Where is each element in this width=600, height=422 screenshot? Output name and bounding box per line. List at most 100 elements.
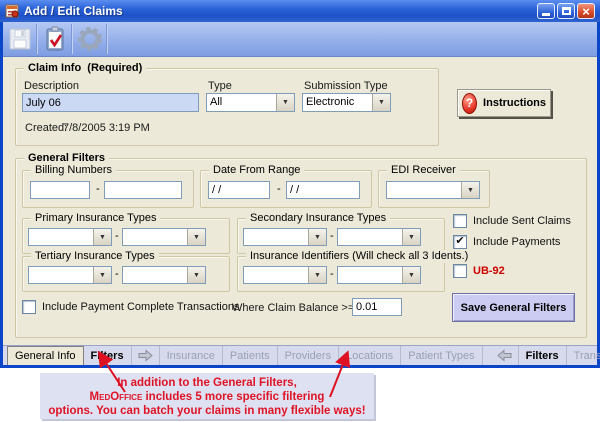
dropdown-arrow-icon: ▼ [372, 94, 390, 111]
primary-insurance-legend: Primary Insurance Types [31, 212, 160, 225]
tertiary-insurance-from-select[interactable]: ▼ [28, 266, 112, 284]
minimize-button[interactable] [537, 3, 555, 19]
dropdown-arrow-icon: ▼ [276, 94, 294, 111]
titlebar: Add / Edit Claims × [0, 0, 600, 22]
app-icon [5, 4, 20, 19]
tab-scroll-left-button[interactable] [491, 346, 519, 365]
insurance-identifiers-legend: Insurance Identifiers (Will check all 3 … [246, 250, 472, 263]
close-button[interactable]: × [577, 3, 595, 19]
primary-insurance-dash: - [115, 230, 119, 242]
date-to-input[interactable] [286, 181, 360, 199]
include-sent-claims-row: Include Sent Claims [453, 214, 571, 228]
dropdown-arrow-icon: ▼ [93, 267, 111, 283]
edi-receiver-select-value [387, 182, 461, 198]
save-button[interactable] [3, 22, 36, 56]
instructions-button[interactable]: ? Instructions [457, 89, 551, 117]
include-sent-claims-checkbox[interactable] [453, 214, 467, 228]
secondary-insurance-dash: - [330, 230, 334, 242]
submission-type-select[interactable]: Electronic ▼ [302, 93, 391, 112]
date-from-input[interactable] [208, 181, 270, 199]
window-title: Add / Edit Claims [24, 4, 533, 18]
annotation-line3: options. You can batch your claims in ma… [40, 404, 374, 418]
window-controls: × [537, 3, 595, 19]
tab-insurance[interactable]: Insurance [160, 346, 223, 365]
close-icon: × [582, 5, 590, 18]
secondary-insurance-legend: Secondary Insurance Types [246, 212, 390, 225]
ub92-label: UB-92 [473, 265, 505, 277]
billing-number-from-input[interactable] [30, 181, 90, 199]
include-sent-claims-label: Include Sent Claims [473, 215, 571, 227]
ub92-checkbox[interactable] [453, 264, 467, 278]
arrow-right-icon [137, 349, 154, 362]
tertiary-insurance-dash: - [115, 268, 119, 280]
annotation-brand: MedOffice [90, 391, 143, 403]
tab-filters-2[interactable]: Filters [519, 346, 567, 365]
billing-number-to-input[interactable] [104, 181, 182, 199]
maximize-button[interactable] [557, 3, 575, 19]
dropdown-arrow-icon: ▼ [187, 229, 205, 245]
post-check-icon [43, 26, 67, 52]
tab-filters-1[interactable]: Filters [84, 346, 132, 365]
secondary-insurance-from-select[interactable]: ▼ [243, 228, 327, 246]
type-select-value: All [207, 94, 276, 111]
date-range-dash: - [277, 183, 281, 195]
annotation-line1: In addition to the General Filters, [40, 376, 374, 390]
dropdown-arrow-icon: ▼ [187, 267, 205, 283]
claim-info-legend: Claim Info (Required) [24, 62, 146, 75]
tab-scroll-right-button[interactable] [132, 346, 160, 365]
insurance-identifiers-to-select[interactable]: ▼ [337, 266, 421, 284]
tab-general-info[interactable]: General Info [7, 346, 84, 365]
insurance-identifiers-dash: - [330, 268, 334, 280]
tab-locations[interactable]: Locations [339, 346, 401, 365]
arrow-left-icon [496, 349, 513, 362]
tab-patients[interactable]: Patients [223, 346, 278, 365]
tertiary-insurance-from-value [29, 267, 93, 283]
created-value: 7/8/2005 3:19 PM [63, 122, 150, 134]
secondary-insurance-from-value [244, 229, 308, 245]
settings-gear-icon [76, 25, 104, 53]
edi-receiver-select[interactable]: ▼ [386, 181, 480, 199]
description-input[interactable] [22, 93, 199, 112]
include-payment-complete-checkbox[interactable] [22, 300, 36, 314]
type-select[interactable]: All ▼ [206, 93, 295, 112]
annotation-line2: MedOffice includes 5 more specific filte… [40, 390, 374, 404]
type-label: Type [208, 80, 232, 92]
toolbar-separator [106, 24, 108, 54]
include-payment-complete-row: Include Payment Complete Transactions [22, 300, 240, 314]
save-general-filters-button[interactable]: Save General Filters [452, 293, 575, 322]
created-label: Created: [25, 122, 67, 134]
page: Add / Edit Claims × [0, 0, 600, 422]
claim-balance-label: Where Claim Balance >= [232, 302, 354, 314]
secondary-insurance-to-value [338, 229, 402, 245]
tab-transactions[interactable]: Transactions [567, 346, 600, 365]
secondary-insurance-to-select[interactable]: ▼ [337, 228, 421, 246]
post-claims-button[interactable] [38, 22, 71, 56]
settings-button[interactable] [73, 22, 106, 56]
tab-patient-types[interactable]: Patient Types [401, 346, 482, 365]
insurance-identifiers-from-select[interactable]: ▼ [243, 266, 327, 284]
primary-insurance-to-value [123, 229, 187, 245]
tertiary-insurance-to-select[interactable]: ▼ [122, 266, 206, 284]
dropdown-arrow-icon: ▼ [93, 229, 111, 245]
primary-insurance-from-select[interactable]: ▼ [28, 228, 112, 246]
description-label: Description [24, 80, 79, 92]
primary-insurance-to-select[interactable]: ▼ [122, 228, 206, 246]
save-icon [8, 27, 32, 51]
annotation-callout: In addition to the General Filters, MedO… [40, 373, 374, 419]
submission-type-select-value: Electronic [303, 94, 372, 111]
dropdown-arrow-icon: ▼ [461, 182, 479, 198]
tab-providers[interactable]: Providers [278, 346, 339, 365]
dropdown-arrow-icon: ▼ [402, 267, 420, 283]
instructions-button-label: Instructions [483, 97, 546, 109]
submission-type-label: Submission Type [304, 80, 388, 92]
include-payments-checkbox[interactable]: ✔ [453, 235, 467, 249]
checkmark-icon: ✔ [455, 236, 464, 246]
claim-balance-input[interactable] [352, 298, 402, 316]
include-payment-complete-label: Include Payment Complete Transactions [42, 301, 240, 313]
primary-insurance-from-value [29, 229, 93, 245]
date-from-range-legend: Date From Range [209, 164, 304, 177]
billing-numbers-legend: Billing Numbers [31, 164, 116, 177]
dropdown-arrow-icon: ▼ [402, 229, 420, 245]
dropdown-arrow-icon: ▼ [308, 267, 326, 283]
insurance-identifiers-from-value [244, 267, 308, 283]
